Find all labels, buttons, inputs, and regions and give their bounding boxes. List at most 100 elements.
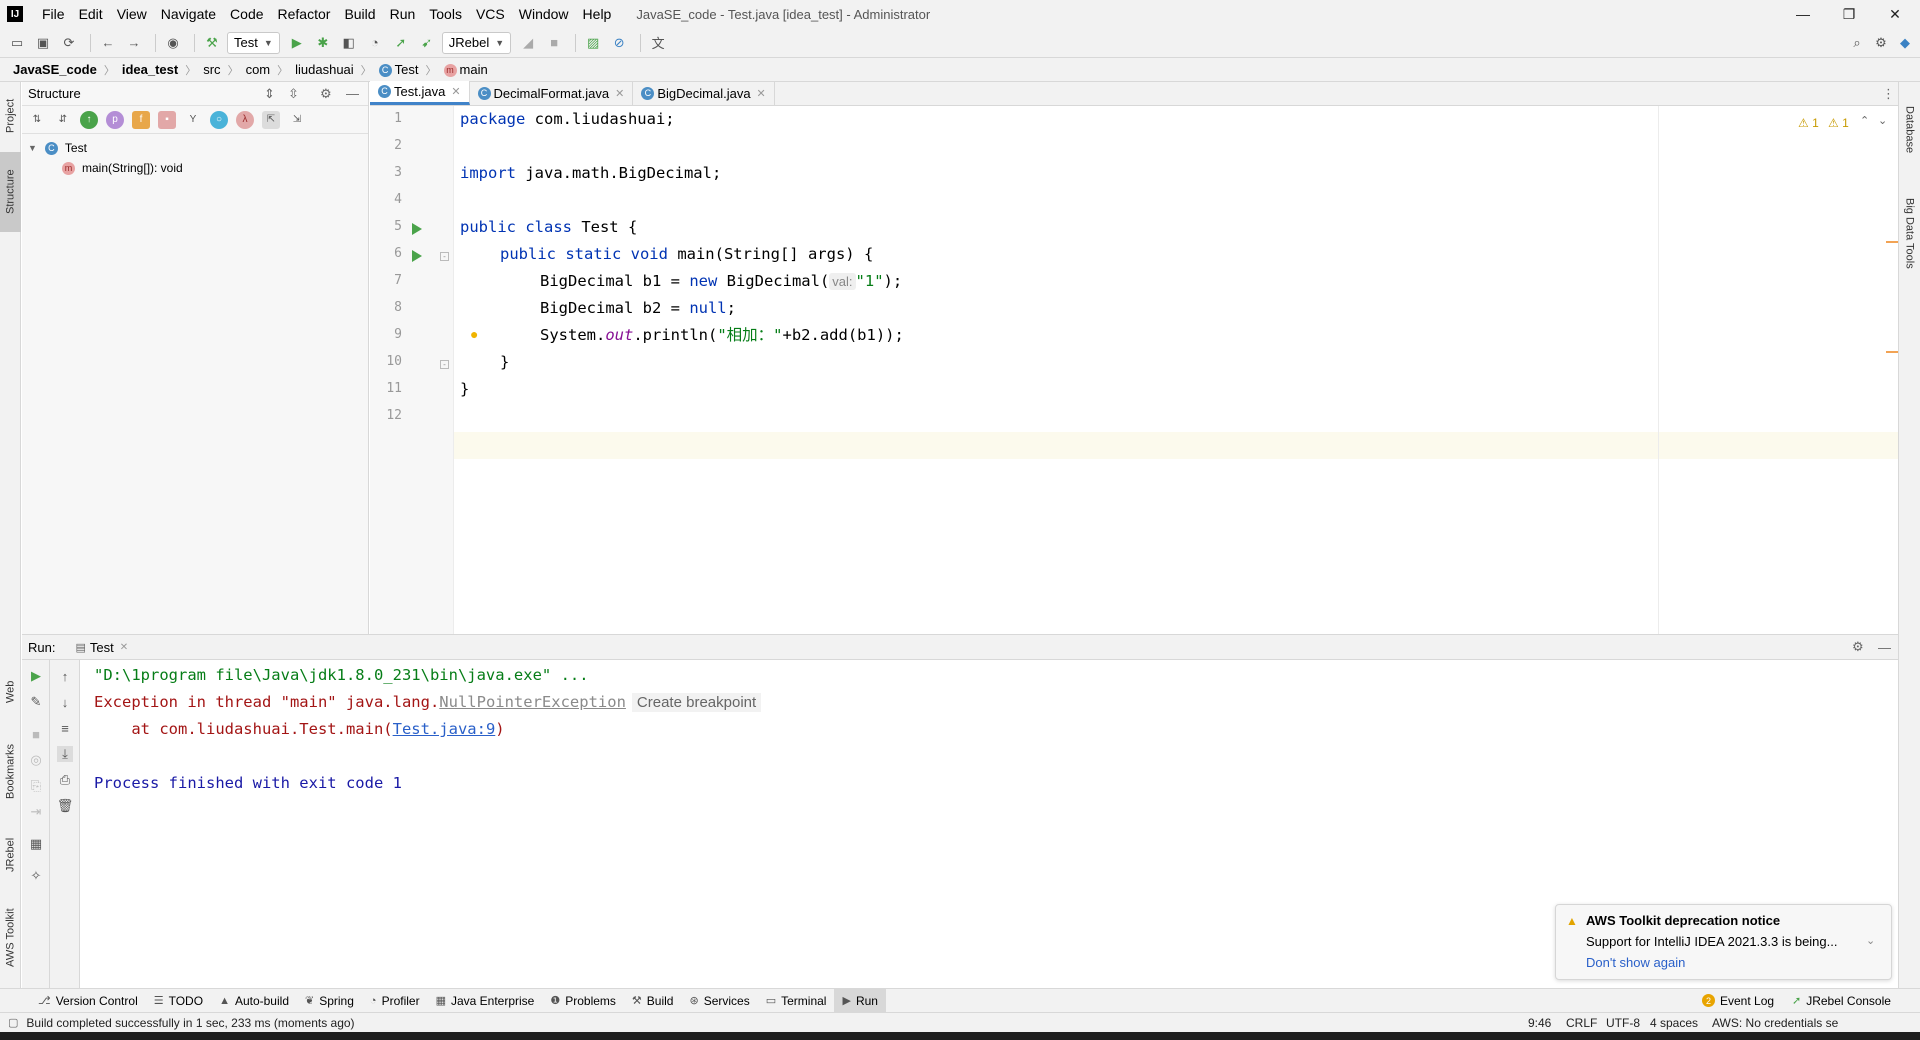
up-arrow-icon[interactable]: ↑ xyxy=(57,668,73,684)
create-breakpoint-link[interactable]: Create breakpoint xyxy=(631,693,762,712)
menu-navigate[interactable]: Navigate xyxy=(154,6,223,22)
menu-tools[interactable]: Tools xyxy=(422,6,469,22)
expand-chevron-icon[interactable]: ⌄ xyxy=(1866,934,1875,947)
show-non-public-icon[interactable]: ▪ xyxy=(158,110,176,129)
next-problem-icon[interactable]: ⌄ xyxy=(1878,114,1887,127)
show-anonymous-icon[interactable]: ○ xyxy=(210,110,228,129)
fold-icon[interactable]: - xyxy=(440,360,449,369)
tool-terminal[interactable]: ▭ Terminal xyxy=(758,989,835,1013)
tool-problems[interactable]: ❶ Problems xyxy=(542,989,624,1013)
expand-all-icon[interactable]: ⇕ xyxy=(264,86,275,102)
tool-todo[interactable]: ☰ TODO xyxy=(146,989,211,1013)
maximize-button[interactable]: ❐ xyxy=(1826,0,1872,28)
exception-class-link[interactable]: NullPointerException xyxy=(439,693,626,711)
line-separator[interactable]: CRLF xyxy=(1566,1016,1597,1030)
jrebel-debug-icon[interactable]: ➹ xyxy=(416,32,438,54)
translate-icon[interactable]: 文 xyxy=(647,32,669,54)
menu-code[interactable]: Code xyxy=(223,6,270,22)
tool-version-control[interactable]: ⎇ Version Control xyxy=(30,989,146,1013)
error-stripe-marker[interactable] xyxy=(1886,351,1898,353)
stop-icon[interactable]: ■ xyxy=(543,32,565,54)
profile-icon[interactable]: ◔ xyxy=(364,32,386,54)
toggle-tool-windows-icon[interactable]: ▢ xyxy=(8,1016,18,1029)
down-arrow-icon[interactable]: ↓ xyxy=(57,694,73,710)
menu-vcs[interactable]: VCS xyxy=(469,6,512,22)
error-stripe-marker[interactable] xyxy=(1886,241,1898,243)
tool-java-enterprise[interactable]: ▦ Java Enterprise xyxy=(428,989,543,1013)
warning-count-badge[interactable]: ⚠ 1 xyxy=(1798,116,1819,130)
settings-gear-icon[interactable]: ⚙ xyxy=(320,86,332,102)
back-icon[interactable]: ← xyxy=(97,32,119,54)
run-config-select[interactable]: Test ▼ xyxy=(227,31,280,54)
jrebel-select[interactable]: JRebel ▼ xyxy=(441,31,512,54)
sync-icon[interactable]: ⟳ xyxy=(58,32,80,54)
hide-panel-icon[interactable]: — xyxy=(346,86,359,101)
more-options-icon[interactable]: ⋮ xyxy=(1882,86,1895,102)
breadcrumb-package[interactable]: liudashuai xyxy=(292,62,357,77)
tool-spring[interactable]: ❦ Spring xyxy=(297,989,362,1013)
menu-file[interactable]: File xyxy=(35,6,72,22)
status-message[interactable]: Build completed successfully in 1 sec, 2… xyxy=(26,1016,354,1030)
close-button[interactable]: ✕ xyxy=(1872,0,1918,28)
close-tab-icon[interactable]: ✕ xyxy=(120,642,128,653)
tool-run[interactable]: ▶ Run xyxy=(834,988,886,1013)
tool-tab-aws-toolkit[interactable]: AWS Toolkit xyxy=(0,892,21,984)
file-encoding[interactable]: UTF-8 xyxy=(1606,1016,1640,1030)
code-editor[interactable]: 1 2 3 4 5 6 7 8 9 10 11 12 ● - - ⚠ 1 ⚠ 1… xyxy=(370,106,1898,634)
chart-icon[interactable]: ▨ xyxy=(582,32,604,54)
pin-icon[interactable]: ✧ xyxy=(28,868,44,884)
menu-edit[interactable]: Edit xyxy=(72,6,110,22)
indent-setting[interactable]: 4 spaces xyxy=(1650,1016,1698,1030)
fold-icon[interactable]: - xyxy=(440,252,449,261)
coverage-icon[interactable]: ◧ xyxy=(338,32,360,54)
prev-problem-icon[interactable]: ⌃ xyxy=(1860,114,1869,127)
forward-icon[interactable]: → xyxy=(123,32,145,54)
menu-help[interactable]: Help xyxy=(576,6,619,22)
modify-config-icon[interactable]: ✎ xyxy=(28,694,44,710)
breadcrumb-com[interactable]: com xyxy=(243,62,274,77)
settings-gear-icon[interactable]: ⚙ xyxy=(1852,639,1864,655)
no-entry-icon[interactable]: ⊘ xyxy=(608,32,630,54)
sort-alpha-icon[interactable]: ⇵ xyxy=(54,111,72,129)
jrebel-run-icon[interactable]: ➚ xyxy=(390,32,412,54)
breadcrumb-module[interactable]: idea_test xyxy=(119,62,181,77)
tool-auto-build[interactable]: ▲ Auto-build xyxy=(211,989,297,1013)
menu-build[interactable]: Build xyxy=(337,6,382,22)
caret-position[interactable]: 9:46 xyxy=(1528,1016,1551,1030)
search-icon[interactable]: ⌕ xyxy=(1846,32,1868,54)
lightbulb-icon[interactable]: ● xyxy=(470,326,478,342)
tab-bigdecimal-java[interactable]: C BigDecimal.java ✕ xyxy=(633,81,775,105)
sort-visibility-icon[interactable]: ⇅ xyxy=(28,111,46,129)
tool-tab-web[interactable]: Web xyxy=(0,662,21,722)
run-icon[interactable]: ▶ xyxy=(286,32,308,54)
show-lambdas-icon[interactable]: λ xyxy=(236,110,254,129)
dont-show-again-link[interactable]: Don't show again xyxy=(1586,955,1685,970)
export-icon[interactable]: ⇥ xyxy=(28,804,44,820)
tool-build[interactable]: ⚒ Build xyxy=(624,989,682,1013)
debug-icon[interactable]: ✱ xyxy=(312,32,334,54)
layout-icon[interactable]: ▦ xyxy=(28,836,44,852)
tool-tab-project[interactable]: Project xyxy=(0,86,21,146)
show-properties-icon[interactable]: p xyxy=(106,110,124,129)
autoscroll-from-source-icon[interactable]: ⇲ xyxy=(288,111,306,129)
tool-tab-bookmarks[interactable]: Bookmarks xyxy=(0,726,21,816)
tool-event-log[interactable]: 2 Event Log xyxy=(1694,989,1782,1013)
open-folder-icon[interactable]: ▭ xyxy=(6,32,28,54)
save-all-icon[interactable]: ▣ xyxy=(32,32,54,54)
show-inherited-icon[interactable]: ↑ xyxy=(80,110,98,129)
tool-tab-jrebel[interactable]: JRebel xyxy=(0,822,21,888)
close-tab-icon[interactable]: ✕ xyxy=(615,87,624,100)
tool-tab-database[interactable]: Database xyxy=(1899,90,1920,170)
breadcrumb-method[interactable]: m main xyxy=(441,62,491,78)
tab-decimalformat-java[interactable]: C DecimalFormat.java ✕ xyxy=(470,81,634,105)
dump-threads-icon[interactable]: ◎ xyxy=(28,752,44,768)
run-gutter-icon[interactable] xyxy=(412,223,422,235)
rerun-icon[interactable]: ▶ xyxy=(28,668,44,684)
trash-icon[interactable]: 🗑 xyxy=(57,798,74,814)
run-gutter-icon[interactable] xyxy=(412,250,422,262)
tree-item-class[interactable]: ▼ C Test xyxy=(22,138,368,158)
restore-layout-icon[interactable]: ⎘ xyxy=(28,778,44,794)
notification-balloon[interactable]: ▲ AWS Toolkit deprecation notice Support… xyxy=(1555,904,1892,980)
user-icon[interactable]: ◉ xyxy=(162,32,184,54)
breadcrumb-src[interactable]: src xyxy=(200,62,223,77)
